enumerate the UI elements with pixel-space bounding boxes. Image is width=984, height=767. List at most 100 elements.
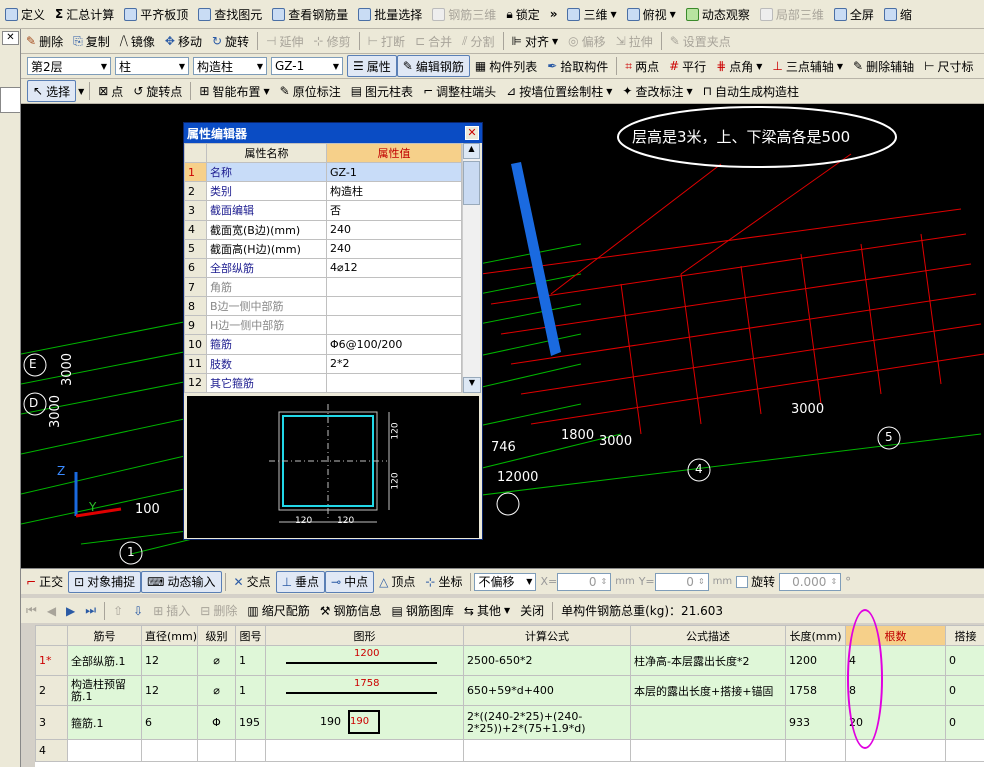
property-row[interactable]: 2 类别 构造柱 xyxy=(184,181,462,202)
property-editor-titlebar[interactable]: 属性编辑器 ✕ xyxy=(184,123,482,143)
cell-fig[interactable]: 1 xyxy=(235,675,266,706)
property-value[interactable] xyxy=(326,296,462,317)
rebar-library-button[interactable]: ▤ 钢筋图库 xyxy=(387,600,459,622)
rotate-input[interactable]: 0.000 ⇕ xyxy=(779,572,842,591)
cell-description[interactable] xyxy=(630,705,786,740)
cell-grade[interactable]: ⌀ xyxy=(197,645,236,676)
parallel-button[interactable]: # 平行 xyxy=(664,55,711,77)
table-row[interactable]: 3 箍筋.1 6 Φ 195 190 190 2*((240-2*25)+(240… xyxy=(35,705,984,740)
cell-shape[interactable]: 1200 xyxy=(265,645,464,676)
type-select[interactable]: 柱 ▼ xyxy=(115,57,189,75)
point-button[interactable]: ⊠ 点 xyxy=(93,80,128,102)
cell-bar-name[interactable]: 构造柱预留筋.1 xyxy=(67,675,142,706)
align-button[interactable]: ⊫ 对齐 ▼ xyxy=(507,30,564,52)
cell-fig[interactable]: 195 xyxy=(235,705,266,740)
three-point-axis-button[interactable]: ⊥ 三点辅轴 ▼ xyxy=(767,55,848,77)
property-value[interactable]: GZ-1 xyxy=(326,162,462,183)
lock-button[interactable]: 🔒︎ 锁定 xyxy=(501,3,544,25)
first-record-button[interactable]: ⏮ xyxy=(21,600,42,622)
dynamic-input-button[interactable]: ⌨ 动态输入 xyxy=(141,570,222,593)
rotate-button[interactable]: ↻ 旋转 xyxy=(207,30,254,52)
property-value[interactable]: 2*2 xyxy=(326,353,462,374)
intersection-snap-button[interactable]: ✕ 交点 xyxy=(229,571,276,593)
scroll-down-icon[interactable]: ▼ xyxy=(463,377,481,393)
cell-length[interactable]: 1758 xyxy=(785,675,846,706)
property-row[interactable]: 6 全部纵筋 4⌀12 xyxy=(184,257,462,278)
view-3d-button[interactable]: 三维 ▼ xyxy=(562,3,621,25)
drawing-viewport[interactable]: 层高是3米，上、下梁高各是500 E D 1 4 5 3000 3000 180… xyxy=(21,104,984,568)
element-list-button[interactable]: ▦ 构件列表 xyxy=(470,55,542,77)
property-row[interactable]: 12 其它箍筋 xyxy=(184,372,462,394)
cell-lap[interactable]: 0 xyxy=(945,705,984,740)
model-3d-canvas[interactable] xyxy=(21,104,984,568)
cell-grade[interactable] xyxy=(197,739,236,762)
break-button[interactable]: ⊢ 打断 xyxy=(363,30,410,52)
cell-length[interactable]: 933 xyxy=(785,705,846,740)
delete-row-button[interactable]: ⊟ 删除 xyxy=(195,600,242,622)
mirror-button[interactable]: ⧸⧹ 镜像 xyxy=(115,30,160,52)
scroll-thumb[interactable] xyxy=(463,161,480,205)
fullscreen-button[interactable]: 全屏 xyxy=(829,3,879,25)
offset-select[interactable]: 不偏移 ▼ xyxy=(474,572,537,591)
x-input[interactable]: 0 ⇕ xyxy=(557,572,612,591)
y-input[interactable]: 0 ⇕ xyxy=(654,572,709,591)
define-button[interactable]: 定义 xyxy=(0,3,50,25)
adjust-column-end-button[interactable]: ⌐ 调整柱端头 xyxy=(418,80,501,102)
top-view-button[interactable]: 俯视 ▼ xyxy=(622,3,681,25)
coordinate-snap-button[interactable]: ⊹ 坐标 xyxy=(420,571,467,593)
property-row[interactable]: 9 H边一侧中部筋 xyxy=(184,315,462,336)
property-value[interactable]: 240 xyxy=(326,238,462,259)
set-grip-button[interactable]: ✎ 设置夹点 xyxy=(665,30,736,52)
align-slab-button[interactable]: 平齐板顶 xyxy=(119,3,193,25)
merge-button[interactable]: ⊏ 合并 xyxy=(410,30,457,52)
cell-fig[interactable]: 1 xyxy=(235,645,266,676)
cell-description[interactable] xyxy=(630,739,786,762)
property-row[interactable]: 11 肢数 2*2 xyxy=(184,353,462,374)
cell-length[interactable] xyxy=(785,739,846,762)
delete-button[interactable]: ✎ 删除 xyxy=(21,30,68,52)
view-rebar-qty-button[interactable]: 查看钢筋量 xyxy=(267,3,353,25)
cell-diameter[interactable]: 6 xyxy=(141,705,198,740)
cell-count[interactable] xyxy=(845,739,946,762)
dynamic-orbit-button[interactable]: 动态观察 xyxy=(681,3,755,25)
column-table-button[interactable]: ▤ 图元柱表 xyxy=(346,80,418,102)
cell-grade[interactable]: ⌀ xyxy=(197,675,236,706)
select-dropdown[interactable]: ▼ xyxy=(76,80,86,102)
cell-bar-name[interactable]: 全部纵筋.1 xyxy=(67,645,142,676)
table-row[interactable]: 4 xyxy=(35,739,984,762)
last-record-button[interactable]: ⏭ xyxy=(80,600,101,622)
properties-button[interactable]: ☰ 属性 xyxy=(347,55,397,77)
cell-length[interactable]: 1200 xyxy=(785,645,846,676)
property-value[interactable]: 4⌀12 xyxy=(326,257,462,278)
cell-count[interactable]: 20 xyxy=(845,705,946,740)
property-row[interactable]: 7 角筋 xyxy=(184,276,462,298)
close-icon[interactable]: ✕ xyxy=(465,126,479,140)
property-value[interactable]: Φ6@100/200 xyxy=(326,334,462,355)
property-value[interactable] xyxy=(326,372,462,394)
cell-lap[interactable] xyxy=(945,739,984,762)
dimension-button[interactable]: ⊢ 尺寸标 xyxy=(919,55,978,77)
trim-button[interactable]: ⊹ 修剪 xyxy=(309,30,356,52)
column-gz1[interactable] xyxy=(511,162,561,356)
move-up-button[interactable]: ⇧ xyxy=(108,600,128,622)
find-element-button[interactable]: 查找图元 xyxy=(193,3,267,25)
other-button[interactable]: ⇆ 其他 ▼ xyxy=(459,600,515,622)
cell-shape[interactable] xyxy=(265,739,464,762)
offset-button[interactable]: ◎ 偏移 xyxy=(563,30,611,52)
cell-diameter[interactable]: 12 xyxy=(141,645,198,676)
cell-lap[interactable]: 0 xyxy=(945,645,984,676)
cell-count[interactable]: 4 xyxy=(845,645,946,676)
cell-formula[interactable]: 2500-650*2 xyxy=(463,645,631,676)
auto-generate-column-button[interactable]: ⊓ 自动生成构造柱 xyxy=(698,80,804,102)
smart-layout-button[interactable]: ⊞ 智能布置 ▼ xyxy=(194,80,274,102)
perpendicular-snap-button[interactable]: ⊥ 垂点 xyxy=(275,570,326,593)
toolbar-overflow[interactable]: » xyxy=(545,3,563,25)
table-row[interactable]: 2 构造柱预留筋.1 12 ⌀ 1 1758 650+59*d+400 本层的露… xyxy=(35,675,984,706)
property-value[interactable]: 否 xyxy=(326,200,462,221)
property-value[interactable] xyxy=(326,276,462,298)
modify-annotation-button[interactable]: ✦ 查改标注 ▼ xyxy=(617,80,697,102)
cell-fig[interactable] xyxy=(235,739,266,762)
cell-bar-name[interactable] xyxy=(67,739,142,762)
cell-shape[interactable]: 190 190 xyxy=(265,705,464,740)
cell-formula[interactable]: 650+59*d+400 xyxy=(463,675,631,706)
